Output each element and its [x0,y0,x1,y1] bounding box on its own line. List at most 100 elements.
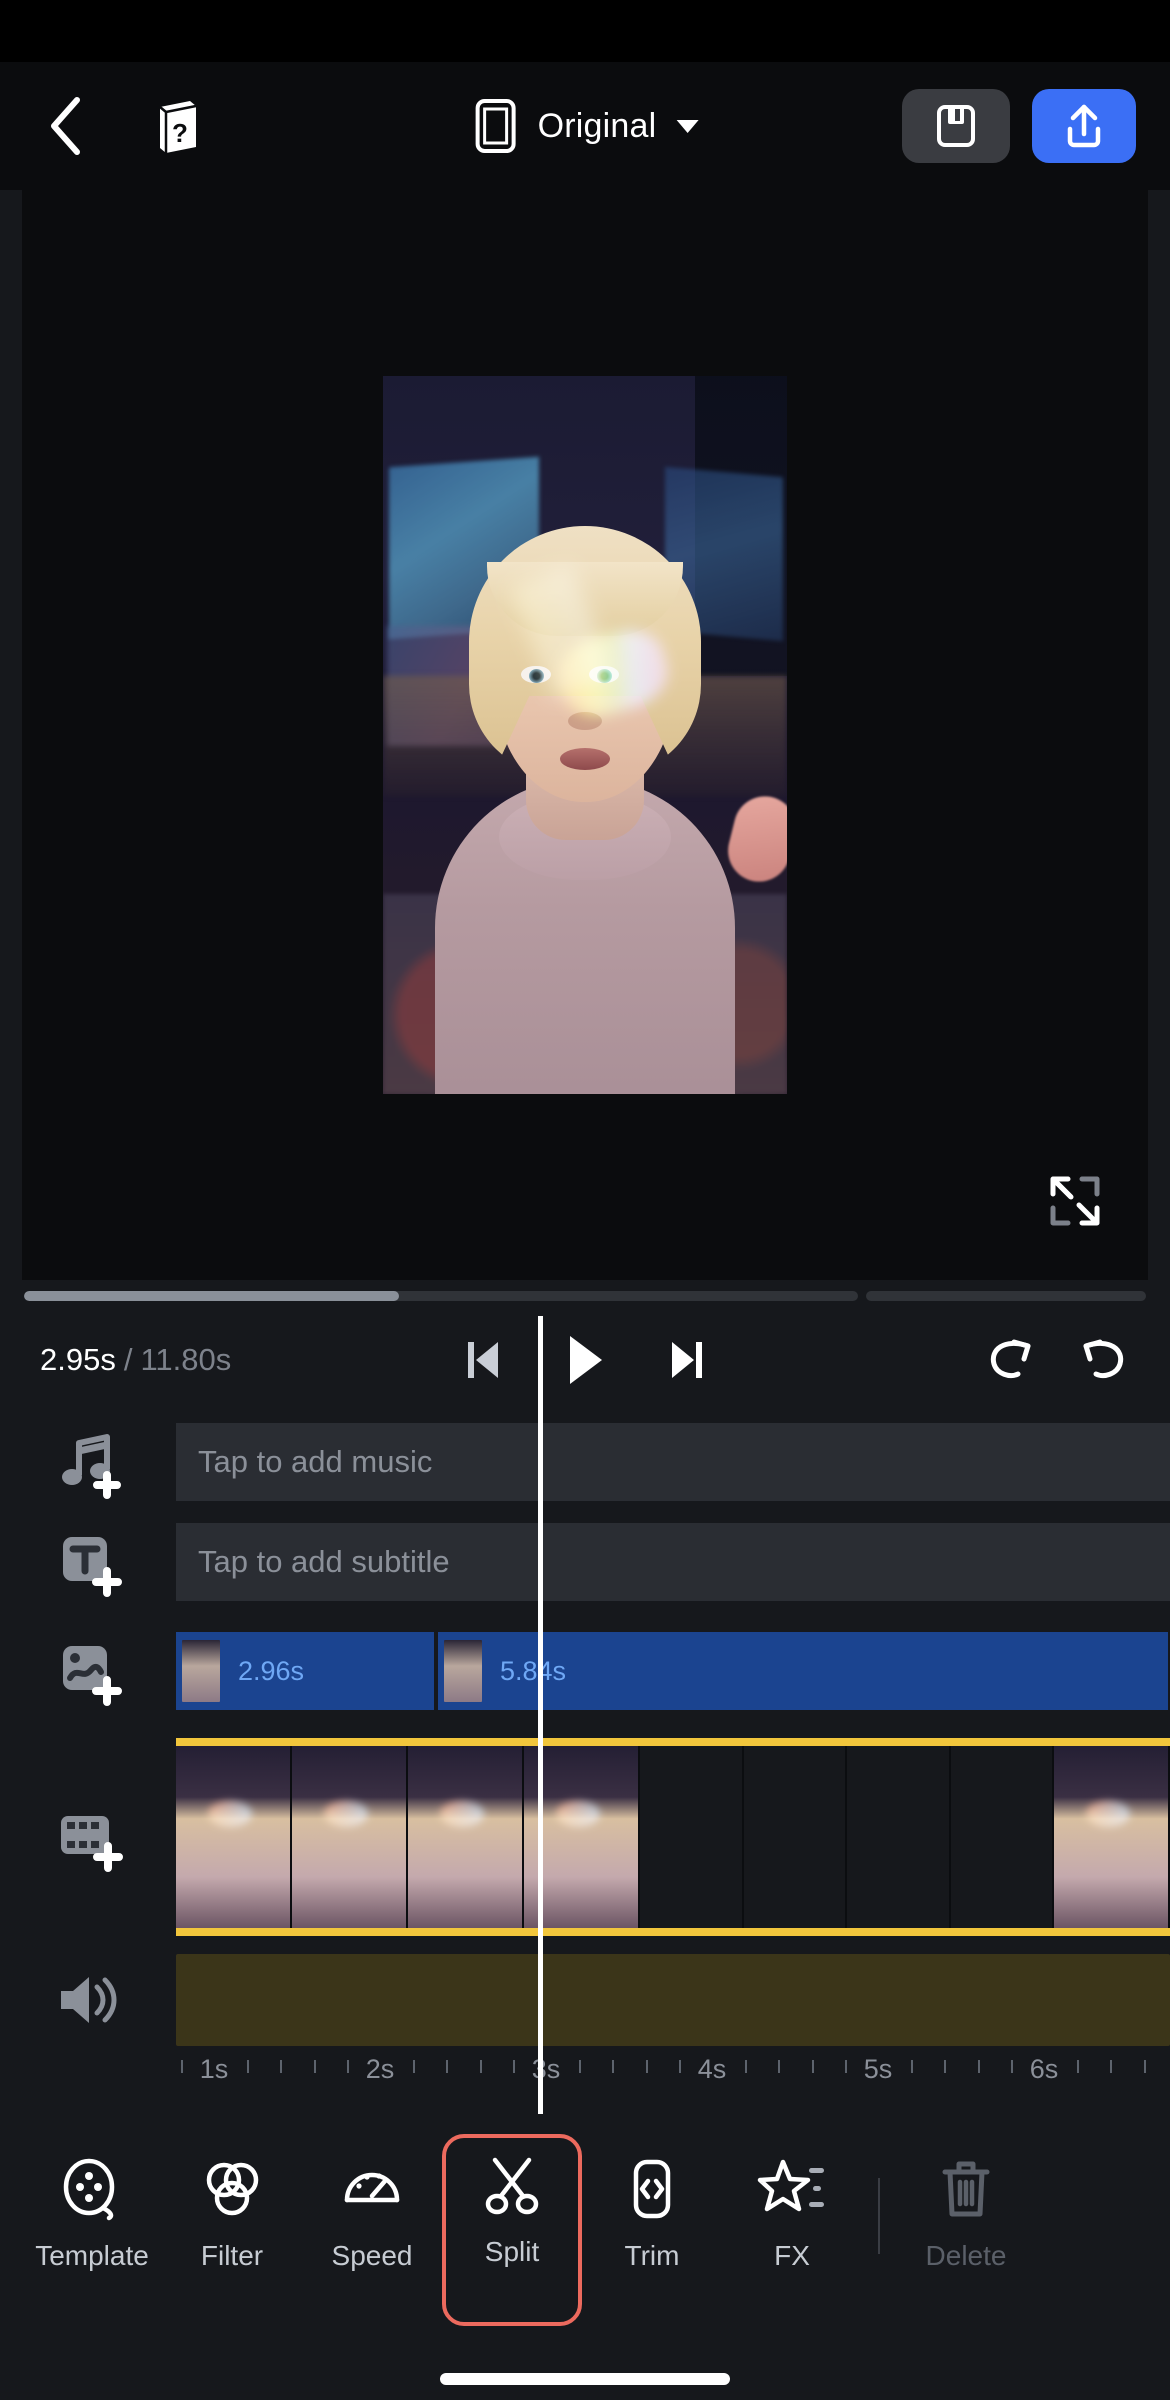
redo-button[interactable] [1076,1336,1130,1384]
back-button[interactable] [34,95,96,157]
add-overlay-button[interactable] [0,1634,176,1708]
music-track-body[interactable]: Tap to add music [176,1423,1170,1501]
track-row-video [0,1730,1170,1944]
total-time: 11.80s [140,1342,232,1377]
phone-frame-icon [472,98,520,154]
add-overlay-icon [51,1634,125,1708]
play-icon [562,1332,608,1388]
video-preview-area[interactable] [0,190,1170,1280]
tool-label-delete: Delete [925,2240,1007,2271]
overlay-track-body[interactable]: 2.96s 5.84s [176,1632,1170,1710]
play-button[interactable] [562,1332,608,1388]
track-row-music: Tap to add music [0,1414,1170,1510]
add-subtitle-button[interactable] [0,1525,176,1599]
video-track-body[interactable] [176,1738,1170,1936]
ruler-tick [247,2060,250,2073]
add-video-icon [51,1800,125,1874]
timeline-ruler[interactable]: 1s 2s 3s 4s 5s 6s [176,2052,1170,2108]
help-book-icon: ? [152,97,202,155]
overlay-clip-list: 2.96s 5.84s [176,1632,1170,1710]
overlay-clip[interactable]: 2.96s [176,1632,434,1710]
ruler-tick [1077,2060,1080,2073]
track-row-audio [0,1948,1170,2052]
ruler-tick [479,2060,482,2073]
trash-icon [935,2156,997,2222]
audio-track-body[interactable] [176,1954,1170,2046]
timeline-ruler-row: 1s 2s 3s 4s 5s 6s [0,2052,1170,2114]
overlay-clip-duration: 5.84s [500,1655,567,1686]
volume-button[interactable] [0,1967,176,2033]
playhead-preview-line [537,1316,543,1422]
overlay-clip-thumbnail [182,1640,220,1702]
ruler-tick [811,2060,814,2073]
tool-label-template: Template [35,2240,149,2271]
ruler-tick [413,2060,416,2073]
speed-gauge-icon [339,2156,405,2222]
timeline[interactable]: Tap to add music Tap to add subtitle 2.9… [0,1408,1170,2114]
tool-speed[interactable]: Speed [302,2138,442,2272]
ruler-tick [778,2060,781,2073]
overlay-clip[interactable]: 5.84s [438,1632,1168,1710]
add-music-button[interactable] [0,1425,176,1499]
current-time: 2.95s [40,1342,116,1377]
trim-brackets-icon [619,2156,685,2222]
history-buttons [984,1336,1130,1384]
star-fx-icon [757,2156,827,2222]
filter-icon [199,2156,265,2222]
tool-fx[interactable]: FX [722,2138,862,2272]
playback-buttons [460,1332,710,1388]
add-subtitle-placeholder[interactable]: Tap to add subtitle [176,1523,1170,1601]
subtitle-track-body[interactable]: Tap to add subtitle [176,1523,1170,1601]
scrub-segment-secondary[interactable] [866,1291,1146,1301]
tool-delete[interactable]: Delete [896,2138,1036,2272]
tool-template[interactable]: Template [22,2138,162,2272]
ruler-tick [313,2060,316,2073]
preview-mouth [560,748,610,770]
video-editor-app: ? Original 2.95s / 11.80s Tap to add mus… [0,0,1170,2400]
status-bar-area [0,0,1170,62]
ruler-tick [944,2060,947,2073]
ruler-label: 1s [199,2054,229,2084]
tool-filter[interactable]: Filter [162,2138,302,2272]
undo-button[interactable] [984,1336,1038,1384]
help-button[interactable]: ? [142,91,212,161]
ruler-tick [745,2060,748,2073]
ruler-tick [678,2060,681,2073]
skip-previous-button[interactable] [460,1336,504,1384]
timecode-display: 2.95s / 11.80s [40,1342,231,1378]
ruler-tick [1143,2060,1146,2073]
scrub-segment-primary[interactable] [24,1291,858,1301]
preview-scroll-strip[interactable] [0,1280,1170,1312]
fullscreen-button[interactable] [1044,1170,1106,1232]
ruler-label: 6s [1029,2054,1059,2084]
svg-text:?: ? [172,118,188,148]
ruler-tick [1010,2060,1013,2073]
overlay-clip-thumbnail [444,1640,482,1702]
undo-icon [984,1336,1038,1384]
tool-trim[interactable]: Trim [582,2138,722,2272]
ruler-label: 5s [863,2054,893,2084]
ruler-tick [346,2060,349,2073]
ruler-tick [612,2060,615,2073]
top-toolbar: ? Original [0,62,1170,190]
skip-next-button[interactable] [666,1336,710,1384]
tool-label-fx: FX [774,2240,810,2271]
tool-split[interactable]: Split [442,2134,582,2326]
home-indicator-area [0,2344,1170,2400]
ruler-label: 3s [531,2054,561,2084]
add-music-placeholder[interactable]: Tap to add music [176,1423,1170,1501]
aspect-ratio-selector[interactable]: Original [472,98,699,154]
floppy-disk-icon [935,103,977,149]
ruler-tick [911,2060,914,2073]
audio-waveform-clip[interactable] [176,1954,1170,2046]
export-button[interactable] [1032,89,1136,163]
video-clip-selected[interactable] [176,1738,1170,1936]
tool-label-trim: Trim [624,2240,680,2271]
save-button[interactable] [902,89,1010,163]
add-video-button[interactable] [0,1800,176,1874]
video-preview-frame[interactable] [383,376,787,1094]
fullscreen-expand-icon [1047,1173,1103,1229]
upload-icon [1062,102,1106,150]
home-indicator[interactable] [440,2373,730,2385]
tool-label-speed: Speed [331,2240,413,2271]
